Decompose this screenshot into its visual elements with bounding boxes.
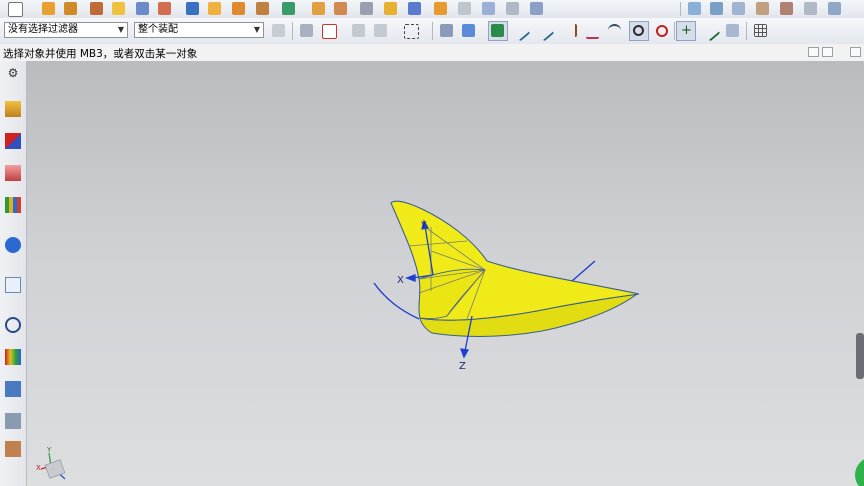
boss-icon[interactable]: [136, 2, 149, 15]
reuse-library-icon[interactable]: [5, 197, 21, 213]
pocket-icon[interactable]: [158, 2, 171, 15]
circle-icon[interactable]: [656, 25, 668, 37]
pad-icon[interactable]: [186, 2, 199, 15]
axis-label-x: X: [397, 275, 404, 286]
control-points-icon: [491, 24, 504, 37]
selection-filter-dropdown[interactable]: 没有选择过滤器 ▼: [4, 22, 128, 38]
sew-icon[interactable]: [434, 2, 447, 15]
axis-label-z: Z: [459, 361, 466, 372]
chamfer-icon[interactable]: [334, 2, 347, 15]
grid-icon[interactable]: [754, 24, 767, 37]
swept-icon[interactable]: [756, 2, 769, 15]
part-navigator-icon[interactable]: [5, 165, 21, 181]
offset-face-icon[interactable]: [482, 2, 495, 15]
slot-icon[interactable]: [208, 2, 221, 15]
feature-point-icon[interactable]: [322, 24, 337, 39]
scrollbar-handle[interactable]: [856, 333, 864, 379]
selection-scope-value: 整个装配: [138, 24, 178, 35]
status-prompt: 选择对象并使用 MB3，或者双击某一对象: [3, 48, 198, 60]
web-browser-icon[interactable]: [5, 237, 21, 253]
spline-icon[interactable]: [562, 24, 577, 37]
draft-icon[interactable]: [384, 2, 397, 15]
analysis-icon[interactable]: [726, 24, 739, 37]
ruled-icon[interactable]: [780, 2, 793, 15]
surface-grid-icon[interactable]: [710, 2, 723, 15]
guide-curve-right: [571, 260, 596, 282]
guide-curve-left: [373, 282, 420, 320]
wireframe-view-icon[interactable]: [462, 24, 475, 37]
triad-label-y: Y: [46, 446, 52, 454]
n-sided-icon[interactable]: [828, 2, 841, 15]
unite-icon[interactable]: [256, 2, 269, 15]
point-icon: +: [681, 23, 692, 38]
minimize-button[interactable]: [808, 47, 819, 57]
resource-bar: ⚙: [0, 61, 27, 486]
close-button[interactable]: [850, 47, 861, 57]
constraint-navigator-icon[interactable]: [5, 133, 21, 149]
extrude-icon[interactable]: [42, 2, 55, 15]
mirror-icon[interactable]: [506, 2, 519, 15]
circle-center-icon: [633, 25, 644, 36]
chevron-down-icon: ▼: [117, 25, 124, 34]
axis-label-y: Y: [420, 221, 427, 231]
assembly-navigator-icon[interactable]: [300, 24, 313, 37]
restore-button[interactable]: [822, 47, 833, 57]
general-selection-icon[interactable]: [272, 24, 285, 37]
trim-body-icon[interactable]: [408, 2, 421, 15]
main-toolbar-row-2: 没有选择过滤器 ▼ 整个装配 ▼ +: [0, 18, 864, 45]
hole-icon[interactable]: [112, 2, 125, 15]
studio-spline-icon[interactable]: [586, 24, 599, 39]
bridge-icon[interactable]: [804, 2, 817, 15]
edit-curve-icon[interactable]: [700, 21, 721, 42]
curve-rule-icon[interactable]: [374, 24, 387, 37]
main-toolbar-row-1: [0, 0, 864, 19]
studio-surface-icon[interactable]: [732, 2, 745, 15]
view-face-icon[interactable]: [530, 2, 543, 15]
process-studio-icon[interactable]: [5, 381, 21, 397]
thicken-icon[interactable]: [458, 2, 471, 15]
manufacturing-wizard-icon[interactable]: [5, 413, 21, 429]
history-icon[interactable]: [5, 277, 21, 293]
arc-icon[interactable]: [608, 24, 621, 39]
new-file-icon[interactable]: [8, 2, 23, 17]
triad-label-x: X: [36, 464, 41, 472]
revolve-icon[interactable]: [64, 2, 77, 15]
model-canvas[interactable]: X Y Z Y X: [27, 61, 864, 486]
assembly-navigator-icon[interactable]: [5, 101, 21, 117]
line-icon[interactable]: [534, 21, 555, 42]
shell-icon[interactable]: [360, 2, 373, 15]
shaded-view-icon[interactable]: [440, 24, 453, 37]
palette-icon[interactable]: [5, 349, 21, 365]
view-triad: [40, 452, 66, 480]
pattern-icon[interactable]: [232, 2, 245, 15]
clock-history-icon[interactable]: [5, 317, 21, 333]
graphics-window[interactable]: X Y Z Y X: [27, 61, 864, 486]
roles-icon[interactable]: [5, 441, 21, 457]
selection-scope-dropdown[interactable]: 整个装配 ▼: [134, 22, 264, 38]
line-tool-icon[interactable]: [510, 21, 531, 42]
chevron-down-icon: ▼: [253, 25, 260, 34]
snap-point-icon[interactable]: [352, 24, 365, 37]
surface-mesh-icon[interactable]: [688, 2, 701, 15]
subtract-icon[interactable]: [282, 2, 295, 15]
cue-line: 选择对象并使用 MB3，或者双击某一对象: [0, 44, 864, 62]
selection-ball-icon[interactable]: [855, 457, 864, 486]
box-select-icon[interactable]: [404, 24, 419, 39]
block-icon[interactable]: [90, 2, 103, 15]
selection-filter-value: 没有选择过滤器: [8, 24, 78, 35]
settings-gear-icon[interactable]: ⚙: [5, 65, 21, 81]
blend-icon[interactable]: [312, 2, 325, 15]
